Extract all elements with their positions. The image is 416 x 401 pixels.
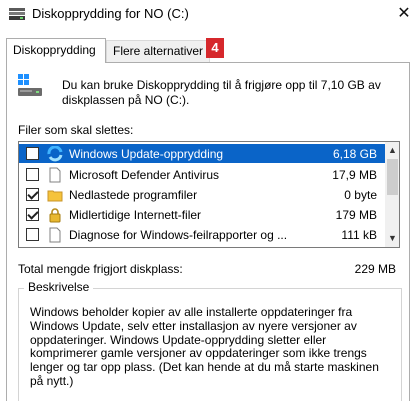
scroll-down-icon[interactable]: ▼ [385, 230, 399, 246]
description-title: Beskrivelse [24, 280, 94, 294]
list-item[interactable]: Nedlastede programfiler 0 byte [19, 185, 385, 204]
tab-more-options[interactable]: Flere alternativer [106, 40, 210, 62]
windows-update-icon [47, 146, 63, 162]
file-name: Microsoft Defender Antivirus [69, 168, 220, 182]
list-item[interactable]: Midlertidige Internett-filer 179 MB [19, 205, 385, 224]
file-name: Midlertidige Internett-filer [69, 208, 202, 222]
checkbox[interactable] [26, 228, 39, 241]
tab-disk-cleanup[interactable]: Diskopprydding [6, 38, 106, 63]
callout-badge: 4 [206, 38, 224, 58]
total-space-label: Total mengde frigjort diskplass: [18, 262, 183, 276]
checkbox-checked[interactable] [26, 208, 39, 221]
checkbox-checked[interactable] [26, 188, 39, 201]
disk-cleanup-icon [9, 8, 25, 20]
lock-icon [49, 208, 61, 223]
file-size: 6,18 GB [332, 147, 377, 161]
tab-strip: Diskopprydding Flere alternativer 4 [6, 38, 410, 63]
disk-cleanup-large-icon [18, 74, 42, 96]
file-size: 17,9 MB [332, 168, 377, 182]
total-space-value: 229 MB [354, 262, 396, 276]
files-label: Filer som skal slettes: [18, 123, 134, 137]
file-icon [49, 227, 61, 243]
list-item[interactable]: Diagnose for Windows-feilrapporter og ..… [19, 225, 385, 244]
title-bar: Diskopprydding for NO (C:) ✕ [0, 0, 416, 30]
folder-icon [47, 190, 63, 202]
file-size: 111 kB [341, 228, 377, 242]
files-list[interactable]: Windows Update-opprydding 6,18 GB Micros… [18, 141, 400, 248]
list-item[interactable]: Windows Update-opprydding 6,18 GB [19, 144, 385, 163]
checkbox[interactable] [26, 147, 39, 160]
scroll-up-icon[interactable]: ▲ [385, 142, 399, 158]
window-title: Diskopprydding for NO (C:) [32, 6, 189, 21]
file-size: 179 MB [335, 208, 377, 222]
vertical-scrollbar[interactable]: ▲ ▼ [385, 142, 399, 247]
scroll-thumb[interactable] [387, 159, 398, 195]
file-size: 0 byte [344, 188, 377, 202]
file-name: Diagnose for Windows-feilrapporter og ..… [69, 228, 288, 242]
file-name: Windows Update-opprydding [69, 147, 224, 161]
close-button[interactable]: ✕ [394, 4, 414, 24]
list-item[interactable]: Microsoft Defender Antivirus 17,9 MB [19, 165, 385, 184]
file-icon [49, 167, 61, 183]
checkbox[interactable] [26, 168, 39, 181]
file-name: Nedlastede programfiler [69, 188, 198, 202]
description-text: Windows beholder kopier av alle installe… [30, 305, 379, 388]
intro-text: Du kan bruke Diskopprydding til å frigjø… [62, 78, 381, 107]
